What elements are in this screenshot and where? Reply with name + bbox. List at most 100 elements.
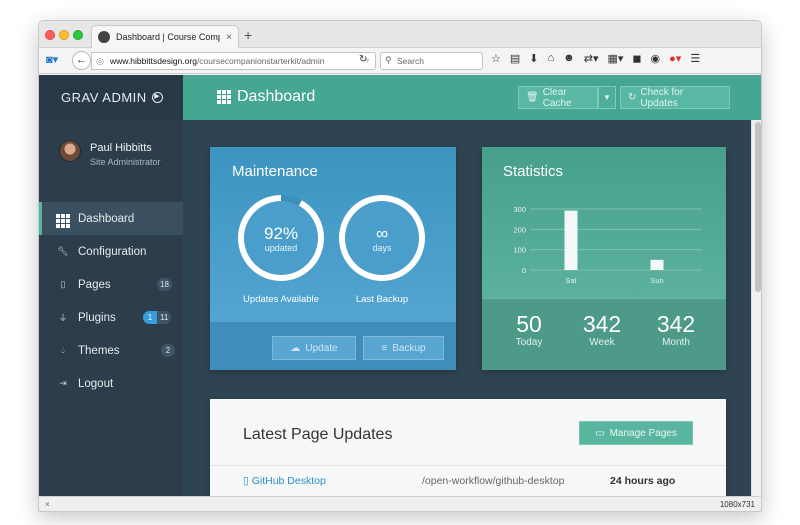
sidebar-item-pages[interactable]: ▯ Pages 18 <box>39 268 183 301</box>
backup-sub: days <box>372 242 392 253</box>
file-icon: ▭ <box>595 427 605 439</box>
pages-count-badge: 18 <box>157 278 172 291</box>
latest-updates-card: Latest Page Updates ▭ Manage Pages ▯ Git… <box>210 399 726 496</box>
grav-favicon-icon <box>98 31 110 43</box>
search-icon: ⚲ <box>385 55 392 65</box>
file-icon: ▯ <box>60 279 66 289</box>
statistics-summary: 50 Today 342 Week 342 Month <box>482 298 726 370</box>
user-panel[interactable]: Paul Hibbitts Site Administrator <box>39 120 183 202</box>
grid-view-icon[interactable]: ▦▾ <box>607 52 623 65</box>
caret-down-icon: ▼ <box>603 93 611 102</box>
tab-close-icon[interactable]: × <box>226 32 232 43</box>
statistics-card: Statistics 0 100 200 300 Sat Sun 50 Today 342… <box>482 147 726 370</box>
backup-ring-inner: ∞ days <box>345 201 419 275</box>
sidebar-item-label: Plugins <box>78 311 116 324</box>
record-icon[interactable]: ●▾ <box>669 52 681 65</box>
updates-ring: 92% updated <box>238 195 324 281</box>
maintenance-actions: ☁ Update ≡ Backup <box>210 322 456 370</box>
stat-month: 342 Month <box>646 311 706 348</box>
clear-cache-label: Clear Cache <box>542 86 572 109</box>
clear-cache-dropdown-button[interactable]: ▼ <box>598 86 616 109</box>
minimize-window-button[interactable] <box>59 30 69 40</box>
browser-tab[interactable]: Dashboard | Course Comp... × <box>91 25 239 48</box>
stat-month-label: Month <box>662 337 690 348</box>
maintenance-title: Maintenance <box>232 163 318 180</box>
chat-icon[interactable]: ☻ <box>563 52 575 65</box>
backup-ring: ∞ days <box>339 195 425 281</box>
sidebar-item-label: Configuration <box>78 245 147 258</box>
updates-percent: 92% <box>263 223 299 243</box>
vertical-scrollbar[interactable] <box>751 120 761 496</box>
sign-out-icon: ⇥ <box>59 378 67 388</box>
globe-icon: ◎ <box>96 56 104 66</box>
toolbar-icons: ☆ ▤ ⬇ ⌂ ☻ ⇄▾ ▦▾ ◼ ◉ ●▾ ☰ <box>491 52 700 65</box>
sidebar-item-label: Themes <box>78 344 120 357</box>
latest-updates-title: Latest Page Updates <box>243 426 393 443</box>
back-button[interactable]: ← <box>72 51 91 70</box>
sidebar-item-plugins[interactable]: ⏚ Plugins 1 11 <box>39 301 183 334</box>
maximize-window-button[interactable] <box>73 30 83 40</box>
sidebar-item-label: Pages <box>78 278 111 291</box>
chart-bar-sun[interactable] <box>650 259 664 270</box>
reload-icon[interactable]: ↻ <box>359 54 367 65</box>
circle-extension-icon[interactable]: ◉ <box>651 52 661 65</box>
url-domain: www.hibbittsdesign.org <box>110 56 197 66</box>
page-link[interactable]: ▯ GitHub Desktop <box>243 475 326 487</box>
chart-bar-sat[interactable] <box>564 210 578 270</box>
page-title: Dashboard <box>217 88 315 106</box>
clear-cache-button[interactable]: 🗑︎ Clear Cache <box>518 86 598 109</box>
update-label: Update <box>305 342 338 354</box>
tab-title: Dashboard | Course Comp... <box>116 32 221 42</box>
page-title-link[interactable]: GitHub Desktop <box>252 475 326 487</box>
sidebar-item-themes[interactable]: 💧︎ Themes 2 <box>39 334 183 367</box>
url-path: /coursecompanionstarterkit/admin <box>196 56 325 66</box>
user-name[interactable]: Paul Hibbitts <box>90 142 152 154</box>
page-title-text: Dashboard <box>237 88 316 105</box>
y-tick-label: 300 <box>513 205 526 214</box>
database-icon: ≡ <box>381 342 388 354</box>
grid-icon <box>56 210 70 228</box>
stat-today-label: Today <box>515 337 543 348</box>
share-icon[interactable]: ⇄▾ <box>584 52 599 65</box>
backup-button[interactable]: ≡ Backup <box>363 336 444 360</box>
extension-icon[interactable]: ◼ <box>632 52 641 65</box>
reading-list-icon[interactable]: ▤ <box>510 52 520 65</box>
refresh-icon: ↻ <box>628 92 637 103</box>
check-updates-label: Check for Updates <box>640 86 684 109</box>
updates-available-label: Updates Available <box>243 294 319 305</box>
updates-sub: updated <box>264 242 298 253</box>
wrench-icon: 🔧︎ <box>57 246 69 256</box>
new-tab-button[interactable]: + <box>244 27 252 43</box>
themes-count-badge: 2 <box>161 344 175 357</box>
hamburger-menu-icon[interactable]: ☰ <box>690 52 700 65</box>
sidebar-item-configuration[interactable]: 🔧︎ Configuration <box>39 235 183 268</box>
bookmark-star-icon[interactable]: ☆ <box>491 52 501 65</box>
trash-icon: 🗑︎ <box>526 92 539 103</box>
brand-link[interactable]: GRAV ADMIN ▶ <box>39 75 183 120</box>
home-icon[interactable]: ⌂ <box>548 52 555 65</box>
statusbar-close-icon[interactable]: × <box>45 500 50 509</box>
x-tick-label: Sat <box>565 276 577 285</box>
url-bar[interactable]: ◎ www.hibbittsdesign.org/coursecompanion… <box>91 52 376 70</box>
sidebar-item-dashboard[interactable]: Dashboard <box>39 202 183 235</box>
update-button[interactable]: ☁ Update <box>272 336 356 360</box>
stat-today: 50 Today <box>499 311 559 348</box>
search-input[interactable]: ⚲ Search <box>380 52 483 70</box>
page-viewport: GRAV ADMIN ▶ Paul Hibbitts Site Administ… <box>39 75 761 496</box>
sidebar-item-logout[interactable]: ⇥ Logout <box>39 367 183 400</box>
avatar[interactable] <box>59 140 81 162</box>
manage-pages-button[interactable]: ▭ Manage Pages <box>579 421 693 445</box>
stat-week: 342 Week <box>572 311 632 348</box>
scrollbar-thumb[interactable] <box>755 122 761 292</box>
download-icon[interactable]: ⬇ <box>529 52 538 65</box>
tab-bar: Dashboard | Course Comp... × + <box>39 21 761 48</box>
backup-days: ∞ <box>375 223 389 243</box>
updates-ring-inner: 92% updated <box>244 201 318 275</box>
toolbar-menu-icon[interactable]: ◙▾ <box>46 53 58 66</box>
search-placeholder: Search <box>397 56 424 66</box>
check-updates-button[interactable]: ↻ Check for Updates <box>620 86 730 109</box>
close-window-button[interactable] <box>45 30 55 40</box>
y-tick-label: 100 <box>513 246 526 255</box>
table-row[interactable]: ▯ GitHub Desktop /open-workflow/github-d… <box>210 465 726 495</box>
backup-label: Backup <box>392 342 426 354</box>
